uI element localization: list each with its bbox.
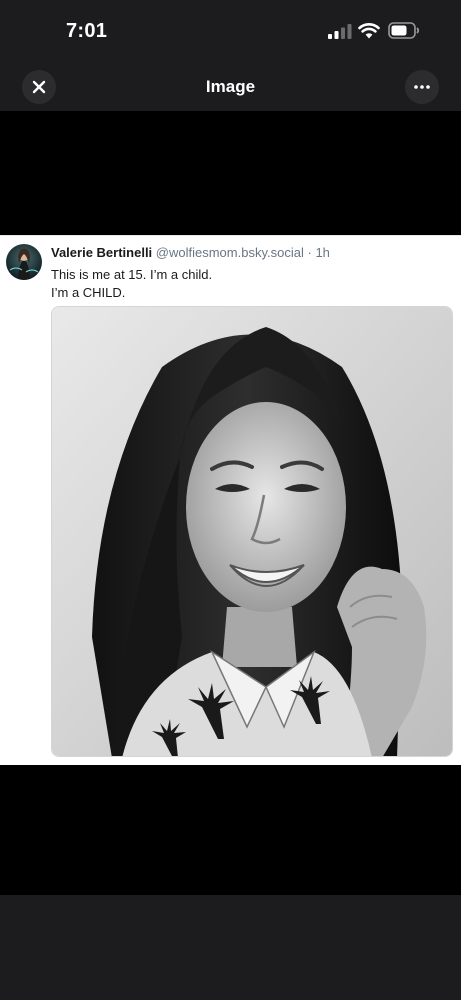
post-header: Valerie Bertinelli @wolfiesmom.bsky.soci…	[51, 245, 451, 260]
battery-icon	[388, 22, 420, 39]
nav-bar: Image	[0, 62, 461, 111]
post-text-line: I’m a CHILD.	[51, 285, 126, 300]
user-handle[interactable]: @wolfiesmom.bsky.social	[156, 245, 304, 260]
status-bar: 7:01	[0, 0, 461, 62]
more-options-button[interactable]	[405, 70, 439, 104]
post-timestamp: 1h	[315, 245, 330, 260]
post-photo[interactable]	[51, 306, 453, 757]
post-text-line: This is me at 15. I’m a child.	[51, 267, 213, 282]
black-and-white-school-portrait-photo	[52, 307, 452, 756]
display-name[interactable]: Valerie Bertinelli	[51, 245, 152, 260]
wifi-icon	[358, 23, 380, 39]
post-screenshot: Valerie Bertinelli @wolfiesmom.bsky.soci…	[0, 235, 461, 765]
status-time: 7:01	[66, 20, 108, 42]
post-text: This is me at 15. I’m a child. I’m a CHI…	[51, 266, 451, 302]
image-viewer[interactable]: Valerie Bertinelli @wolfiesmom.bsky.soci…	[0, 111, 461, 895]
separator-dot: ·	[307, 245, 312, 260]
cellular-signal-icon	[328, 24, 352, 39]
profile-avatar-photo	[6, 244, 42, 280]
avatar	[6, 244, 42, 280]
more-horizontal-icon	[414, 85, 430, 89]
bottom-bar	[0, 895, 461, 1000]
page-title: Image	[205, 77, 256, 96]
